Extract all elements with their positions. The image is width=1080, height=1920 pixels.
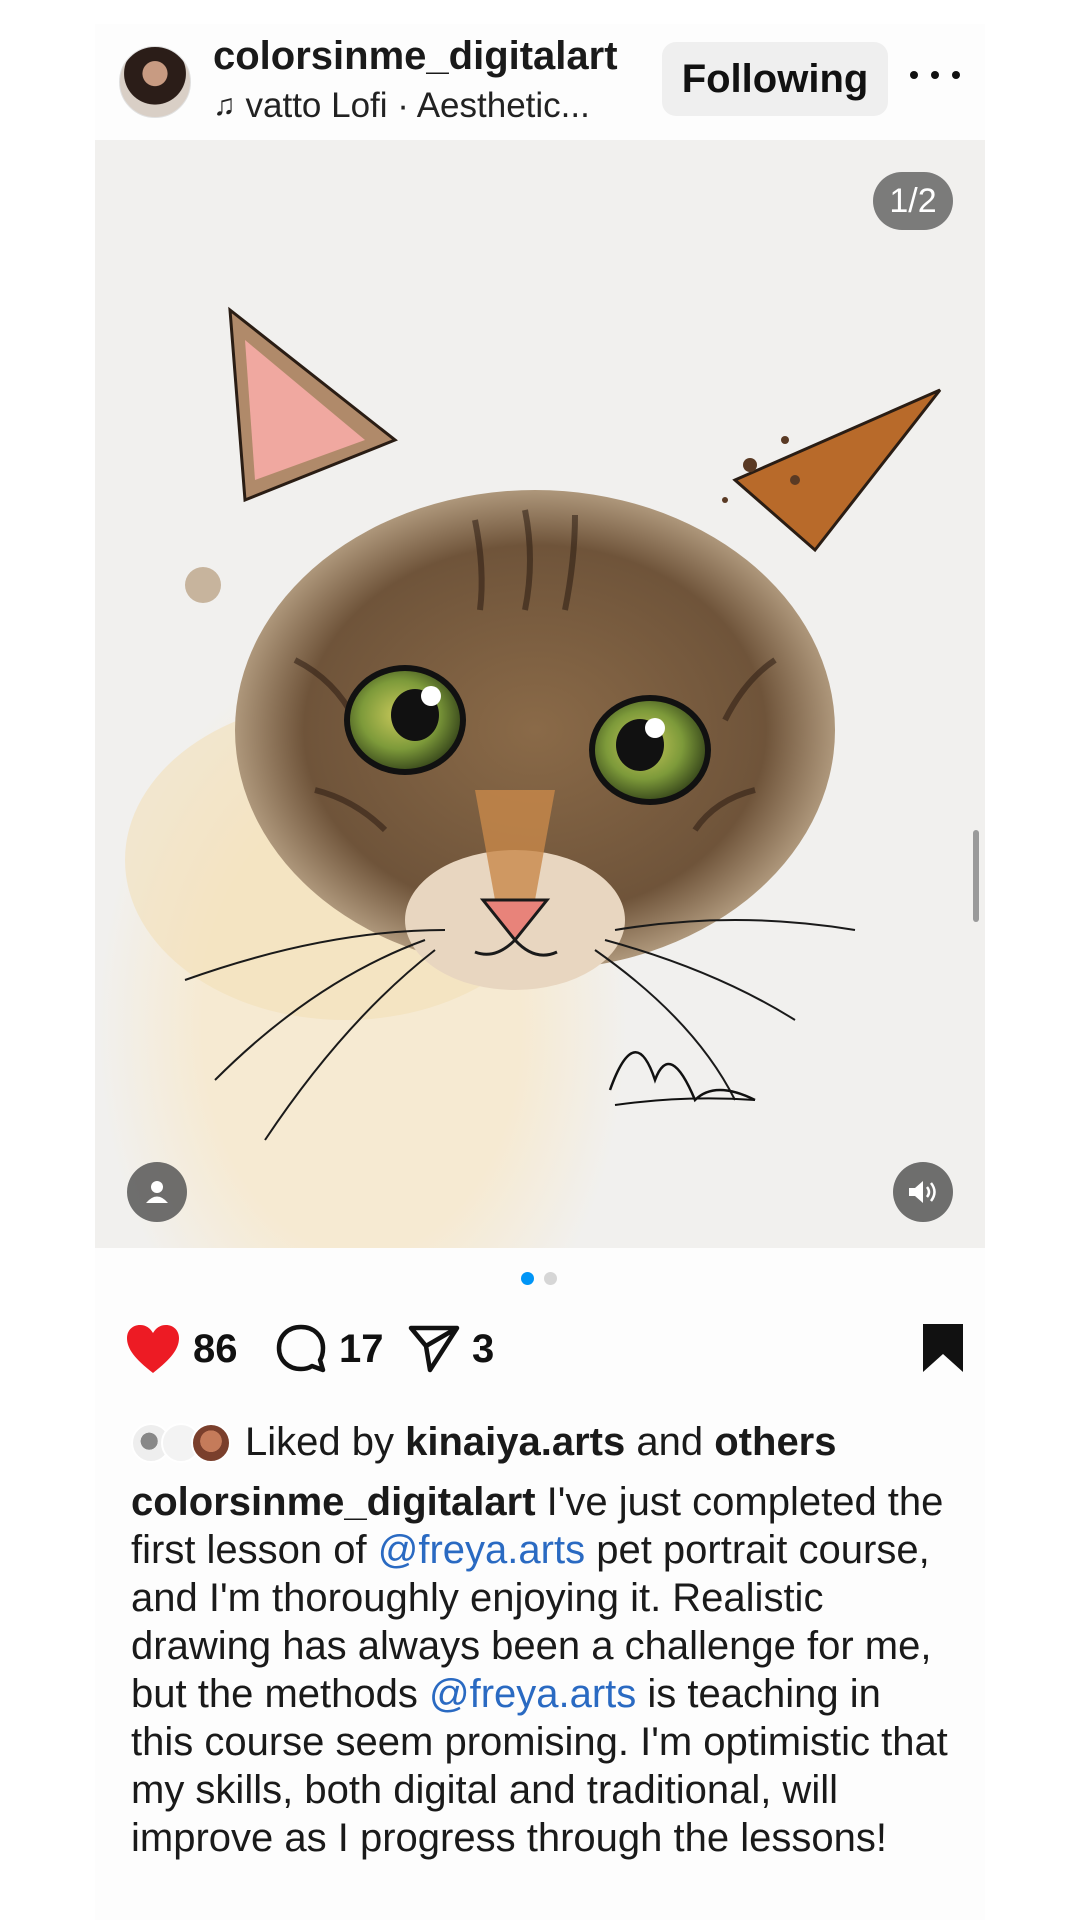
like-button[interactable]: 86: [125, 1314, 238, 1384]
share-count[interactable]: 3: [472, 1327, 494, 1372]
speaker-icon[interactable]: [893, 1162, 953, 1222]
liked-by-others[interactable]: others: [714, 1420, 836, 1465]
author-username[interactable]: colorsinme_digitalart: [213, 34, 618, 79]
liked-by-row[interactable]: Liked by kinaiya.arts and others: [131, 1420, 837, 1465]
cat-illustration: [125, 306, 942, 1141]
scrollbar-thumb[interactable]: [973, 830, 979, 922]
liked-by-prefix: Liked by: [245, 1420, 394, 1464]
caption-username[interactable]: colorsinme_digitalart: [131, 1480, 536, 1524]
share-button[interactable]: 3: [408, 1314, 494, 1384]
carousel-dots: [521, 1272, 557, 1285]
post-header: colorsinme_digitalart ♫ vatto Lofi · Aes…: [95, 24, 985, 140]
music-title: vatto Lofi · Aesthetic...: [245, 86, 590, 125]
heart-icon: [127, 1325, 179, 1373]
caption-mention[interactable]: @freya.arts: [378, 1528, 585, 1572]
carousel-dot: [544, 1272, 557, 1285]
liked-by-user[interactable]: kinaiya.arts: [405, 1420, 625, 1465]
post-image[interactable]: 1/2: [95, 140, 985, 1248]
comment-icon: [276, 1324, 326, 1373]
music-attribution[interactable]: ♫ vatto Lofi · Aesthetic...: [213, 86, 590, 126]
comment-count[interactable]: 17: [339, 1327, 384, 1372]
slide-counter: 1/2: [873, 172, 953, 230]
music-note-icon: ♫: [213, 89, 236, 122]
author-avatar[interactable]: [119, 46, 191, 118]
liked-by-and: and: [636, 1420, 704, 1464]
liker-avatars: [131, 1422, 231, 1463]
action-bar: 86 17 3: [125, 1314, 965, 1384]
comment-button[interactable]: 17: [275, 1314, 384, 1384]
avatar: [191, 1422, 231, 1463]
send-icon: [408, 1325, 460, 1373]
following-button[interactable]: Following: [662, 42, 888, 116]
bookmark-icon[interactable]: [921, 1322, 965, 1374]
like-count[interactable]: 86: [193, 1327, 238, 1372]
person-icon[interactable]: [127, 1162, 187, 1222]
post-caption: colorsinme_digitalart I've just complete…: [131, 1478, 951, 1862]
caption-mention[interactable]: @freya.arts: [429, 1672, 636, 1716]
post-card: colorsinme_digitalart ♫ vatto Lofi · Aes…: [95, 24, 985, 1920]
more-dots-icon[interactable]: [910, 60, 960, 90]
carousel-dot-active: [521, 1272, 534, 1285]
